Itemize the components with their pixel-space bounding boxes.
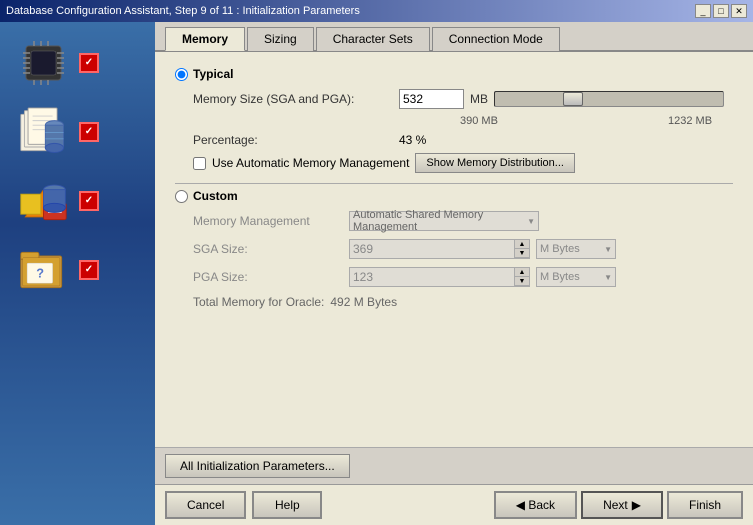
sga-input[interactable] — [349, 239, 514, 259]
auto-memory-checkbox[interactable] — [193, 157, 206, 170]
help-btn[interactable]: Help — [252, 491, 322, 519]
custom-section: Custom Memory Management Automatic Share… — [175, 189, 733, 309]
percentage-value: 43 % — [399, 133, 426, 147]
window-controls: _ □ ✕ — [695, 4, 747, 18]
pga-up-arrow[interactable]: ▲ — [515, 268, 529, 277]
title-bar: Database Configuration Assistant, Step 9… — [0, 0, 753, 22]
percentage-row: Percentage: 43 % — [193, 133, 733, 147]
sga-unit-arrow: ▼ — [604, 245, 612, 254]
finish-btn[interactable]: Finish — [667, 491, 743, 519]
footer-bar: Cancel Help ◀ Back Next ▶ Finish — [155, 484, 753, 525]
memory-size-row: Memory Size (SGA and PGA): MB — [193, 89, 733, 109]
pga-input[interactable] — [349, 267, 514, 287]
title-text: Database Configuration Assistant, Step 9… — [6, 5, 360, 17]
wizard-step-4: ? ✓ — [10, 239, 145, 300]
memory-size-label: Memory Size (SGA and PGA): — [193, 92, 393, 106]
pga-down-arrow[interactable]: ▼ — [515, 277, 529, 286]
svg-text:?: ? — [36, 265, 44, 280]
typical-radio-label[interactable]: Typical — [175, 67, 733, 81]
pga-row: PGA Size: ▲ ▼ M Bytes ▼ — [193, 267, 733, 287]
slider-min-label: 390 MB — [460, 115, 510, 127]
all-params-btn[interactable]: All Initialization Parameters... — [165, 454, 350, 478]
shapes-icon — [13, 173, 73, 228]
folder-icon: ? — [13, 242, 73, 297]
mem-mgmt-row: Memory Management Automatic Shared Memor… — [193, 211, 733, 231]
right-panel: Memory Sizing Character Sets Connection … — [155, 22, 753, 525]
tab-charsets[interactable]: Character Sets — [316, 27, 430, 51]
mem-mgmt-label: Memory Management — [193, 214, 343, 228]
back-arrow-icon: ◀ — [516, 498, 525, 512]
section-divider — [175, 183, 733, 184]
next-btn-label: Next — [603, 498, 628, 512]
step3-check: ✓ — [79, 191, 99, 211]
content-area: Typical Memory Size (SGA and PGA): MB 39… — [155, 52, 753, 447]
step1-check: ✓ — [79, 53, 99, 73]
tab-memory[interactable]: Memory — [165, 27, 245, 51]
memory-unit: MB — [470, 92, 488, 106]
wizard-step-2: ✓ — [10, 101, 145, 162]
pga-input-group: ▲ ▼ — [349, 267, 530, 287]
sga-input-group: ▲ ▼ — [349, 239, 530, 259]
documents-icon — [13, 104, 73, 159]
step4-check: ✓ — [79, 260, 99, 280]
tab-bar: Memory Sizing Character Sets Connection … — [155, 22, 753, 52]
memory-slider[interactable] — [494, 91, 724, 107]
tab-connmode[interactable]: Connection Mode — [432, 27, 560, 51]
auto-memory-row: Use Automatic Memory Management Show Mem… — [193, 153, 733, 173]
total-memory-value: 492 M Bytes — [330, 295, 397, 309]
wizard-panel: ✓ — [0, 22, 155, 525]
next-arrow-icon: ▶ — [632, 498, 641, 512]
close-btn[interactable]: ✕ — [731, 4, 747, 18]
custom-label: Custom — [193, 189, 238, 203]
sga-down-arrow[interactable]: ▼ — [515, 249, 529, 258]
total-memory-row: Total Memory for Oracle: 492 M Bytes — [193, 295, 733, 309]
wizard-step-3: ✓ — [10, 170, 145, 231]
typical-radio[interactable] — [175, 68, 188, 81]
typical-label: Typical — [193, 67, 233, 81]
pga-unit-dropdown[interactable]: M Bytes ▼ — [536, 267, 616, 287]
wizard-step-1: ✓ — [10, 32, 145, 93]
tab-sizing[interactable]: Sizing — [247, 27, 314, 51]
mem-mgmt-value: Automatic Shared Memory Management — [353, 209, 527, 233]
sga-unit-value: M Bytes — [540, 243, 580, 255]
cancel-btn[interactable]: Cancel — [165, 491, 246, 519]
next-btn[interactable]: Next ▶ — [581, 491, 663, 519]
pga-unit-arrow: ▼ — [604, 273, 612, 282]
auto-memory-label: Use Automatic Memory Management — [212, 156, 409, 170]
sga-row: SGA Size: ▲ ▼ M Bytes ▼ — [193, 239, 733, 259]
memory-size-input[interactable] — [399, 89, 464, 109]
custom-radio-label[interactable]: Custom — [175, 189, 733, 203]
main-container: ✓ — [0, 22, 753, 525]
percentage-label: Percentage: — [193, 133, 393, 147]
mem-mgmt-dropdown[interactable]: Automatic Shared Memory Management ▼ — [349, 211, 539, 231]
chip-icon — [13, 35, 73, 90]
bottom-bar: All Initialization Parameters... — [155, 447, 753, 484]
footer-right: ◀ Back Next ▶ Finish — [494, 491, 743, 519]
sga-spinners: ▲ ▼ — [514, 239, 530, 259]
total-memory-label: Total Memory for Oracle: — [193, 295, 324, 309]
minimize-btn[interactable]: _ — [695, 4, 711, 18]
custom-radio[interactable] — [175, 190, 188, 203]
back-btn[interactable]: ◀ Back — [494, 491, 577, 519]
pga-spinners: ▲ ▼ — [514, 267, 530, 287]
slider-max-label: 1232 MB — [668, 115, 733, 127]
sga-label: SGA Size: — [193, 242, 343, 256]
footer-left: Cancel Help — [165, 491, 322, 519]
dropdown-arrow: ▼ — [527, 217, 535, 226]
slider-thumb[interactable] — [563, 92, 583, 106]
show-memory-btn[interactable]: Show Memory Distribution... — [415, 153, 575, 173]
back-btn-label: Back — [528, 498, 555, 512]
typical-section: Typical Memory Size (SGA and PGA): MB 39… — [175, 67, 733, 173]
step2-check: ✓ — [79, 122, 99, 142]
pga-unit-value: M Bytes — [540, 271, 580, 283]
sga-up-arrow[interactable]: ▲ — [515, 240, 529, 249]
sga-unit-dropdown[interactable]: M Bytes ▼ — [536, 239, 616, 259]
pga-label: PGA Size: — [193, 270, 343, 284]
maximize-btn[interactable]: □ — [713, 4, 729, 18]
